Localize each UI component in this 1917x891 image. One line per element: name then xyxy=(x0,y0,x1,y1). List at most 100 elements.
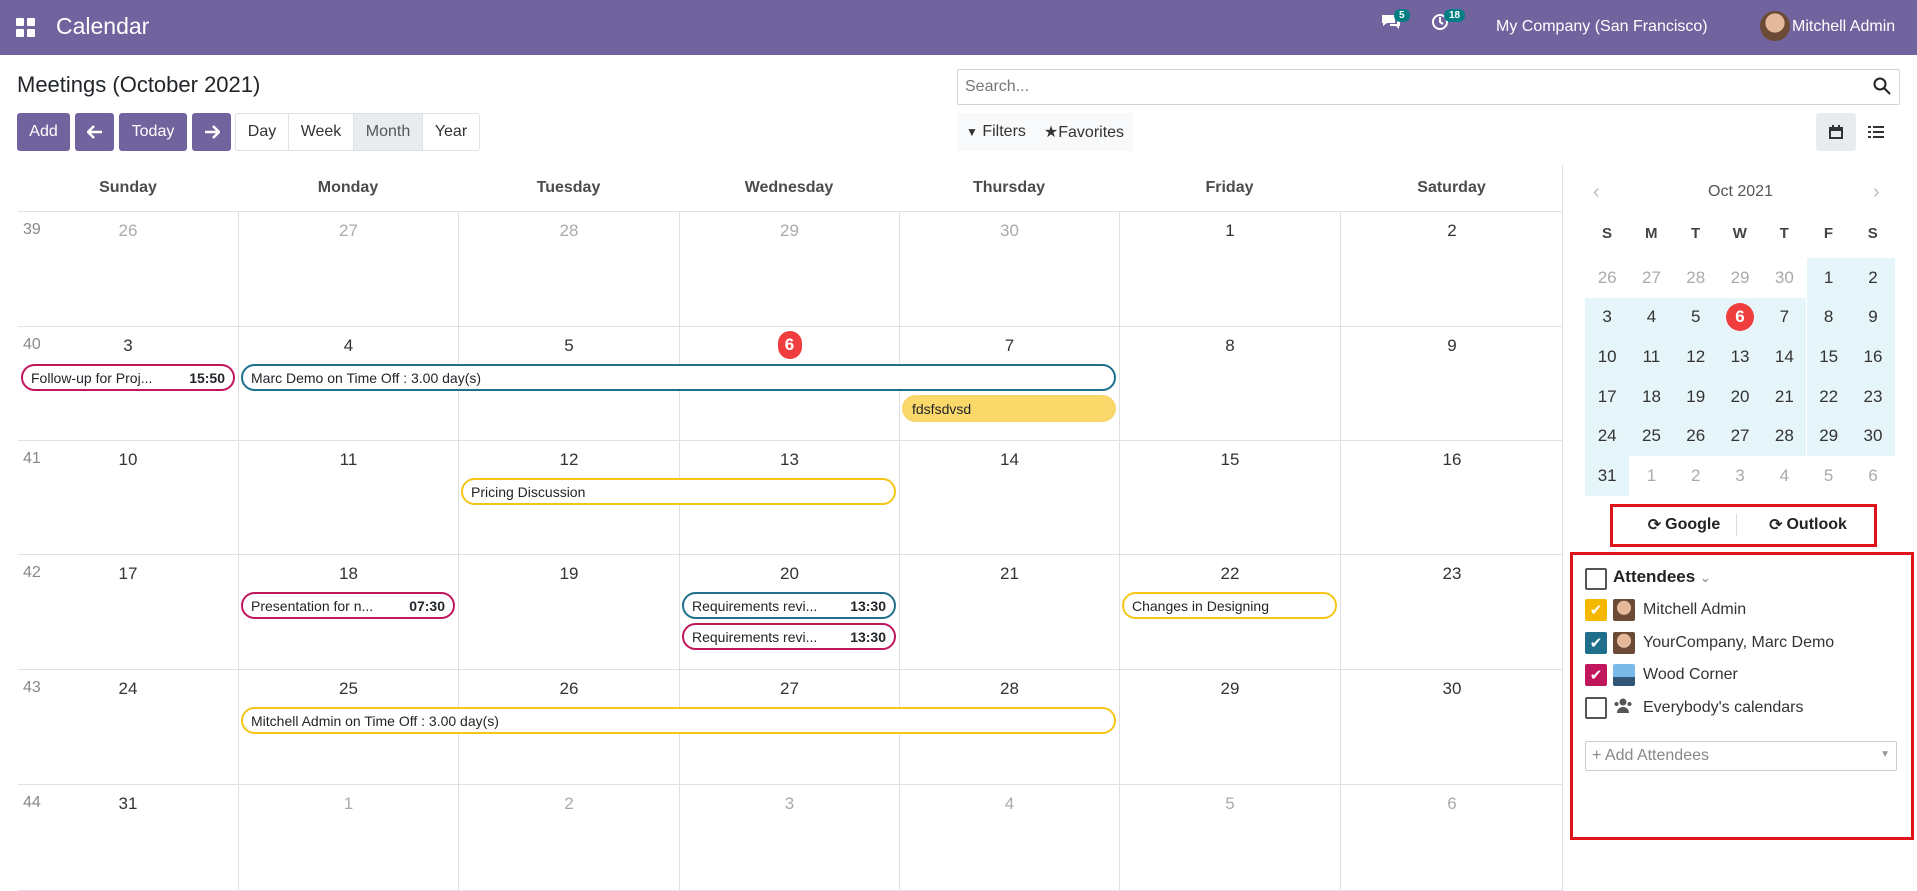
mini-day[interactable]: 7 xyxy=(1762,297,1807,338)
mini-day[interactable]: 31 xyxy=(1585,456,1630,496)
day-cell[interactable]: 29 xyxy=(679,212,899,326)
mini-day[interactable]: 17 xyxy=(1585,376,1630,417)
mini-day[interactable]: 6 xyxy=(1717,297,1763,338)
apps-menu-icon[interactable] xyxy=(16,18,36,38)
attendee-name[interactable]: YourCompany, Marc Demo xyxy=(1643,634,1834,652)
day-cell[interactable]: 15 xyxy=(1119,441,1340,554)
today-button[interactable]: Today xyxy=(119,113,187,151)
search-input[interactable] xyxy=(958,70,1858,104)
messages-icon[interactable]: 5 xyxy=(1380,9,1410,38)
day-cell[interactable]: 16 xyxy=(1340,441,1563,554)
mini-day[interactable]: 3 xyxy=(1585,297,1630,338)
mini-day[interactable]: 27 xyxy=(1717,416,1763,456)
day-cell[interactable]: 6 xyxy=(1340,785,1563,890)
day-cell[interactable]: 23 xyxy=(1340,555,1563,669)
mini-day[interactable]: 3 xyxy=(1718,456,1762,496)
calendar-event[interactable]: Changes in Designing xyxy=(1122,592,1337,619)
mini-day[interactable]: 13 xyxy=(1717,337,1763,377)
day-cell[interactable]: 26 xyxy=(18,212,238,326)
day-cell[interactable]: 19 xyxy=(458,555,679,669)
day-cell[interactable]: 30 xyxy=(899,212,1119,326)
mini-day[interactable]: 30 xyxy=(1762,258,1806,298)
mini-day[interactable]: 24 xyxy=(1585,416,1630,456)
activities-icon[interactable]: 18 xyxy=(1430,9,1466,38)
mini-day[interactable]: 2 xyxy=(1850,258,1896,298)
calendar-event[interactable]: Mitchell Admin on Time Off : 3.00 day(s) xyxy=(241,707,1116,734)
attendee-checkbox[interactable]: ✔ xyxy=(1585,631,1607,654)
day-cell[interactable]: 10 xyxy=(18,441,238,554)
day-cell[interactable]: 29 xyxy=(1119,670,1340,784)
day-cell[interactable]: 28 xyxy=(458,212,679,326)
mini-day[interactable]: 28 xyxy=(1674,258,1718,298)
attendees-header[interactable]: Attendees ⌄ xyxy=(1613,567,1711,587)
day-cell[interactable]: 1 xyxy=(1119,212,1340,326)
attendee-name[interactable]: Wood Corner xyxy=(1643,666,1738,684)
favorites-dropdown[interactable]: ★Favorites xyxy=(1035,122,1133,142)
mini-day[interactable]: 12 xyxy=(1673,337,1718,377)
calendar-event[interactable]: Presentation for n... 07:30 xyxy=(241,592,455,619)
calendar-view-button[interactable] xyxy=(1816,113,1856,151)
mini-day[interactable]: 21 xyxy=(1762,376,1807,417)
mini-day[interactable]: 20 xyxy=(1717,376,1763,417)
day-cell[interactable]: 31 xyxy=(18,785,238,890)
day-cell[interactable]: 30 xyxy=(1340,670,1563,784)
prev-button[interactable] xyxy=(75,113,114,151)
mini-day[interactable]: 27 xyxy=(1629,258,1673,298)
mini-day[interactable]: 1 xyxy=(1629,456,1673,496)
mini-day[interactable]: 29 xyxy=(1718,258,1762,298)
view-day-button[interactable]: Day xyxy=(235,113,289,151)
user-avatar[interactable] xyxy=(1760,11,1790,41)
day-cell[interactable]: 27 xyxy=(238,212,458,326)
attendees-select-all-checkbox[interactable] xyxy=(1585,568,1607,590)
mini-day[interactable]: 30 xyxy=(1850,416,1896,456)
outlook-sync-button[interactable]: ⟳ Outlook xyxy=(1741,510,1875,540)
day-cell[interactable]: 3 xyxy=(679,785,899,890)
mini-day[interactable]: 29 xyxy=(1806,416,1851,456)
mini-day[interactable]: 19 xyxy=(1673,376,1718,417)
attendee-checkbox[interactable]: ✔ xyxy=(1585,599,1607,621)
add-button[interactable]: Add xyxy=(17,113,70,151)
mini-day[interactable]: 23 xyxy=(1850,376,1896,417)
day-cell[interactable]: 17 xyxy=(18,555,238,669)
day-cell[interactable]: 2 xyxy=(458,785,679,890)
user-menu[interactable]: Mitchell Admin xyxy=(1792,18,1895,36)
attendee-checkbox[interactable]: ✔ xyxy=(1585,664,1607,686)
mini-day[interactable]: 6 xyxy=(1851,456,1895,496)
day-cell[interactable]: 14 xyxy=(899,441,1119,554)
mini-day[interactable]: 18 xyxy=(1629,376,1674,417)
calendar-event[interactable]: Marc Demo on Time Off : 3.00 day(s) xyxy=(241,364,1116,391)
mini-day[interactable]: 25 xyxy=(1629,416,1674,456)
mini-day[interactable]: 5 xyxy=(1807,456,1851,496)
mini-day[interactable]: 26 xyxy=(1585,258,1629,298)
mini-day[interactable]: 10 xyxy=(1585,337,1630,377)
calendar-event[interactable]: Pricing Discussion xyxy=(461,478,896,505)
view-year-button[interactable]: Year xyxy=(422,113,480,151)
mini-day[interactable]: 2 xyxy=(1674,456,1718,496)
google-sync-button[interactable]: ⟳ Google xyxy=(1617,510,1751,540)
search-icon[interactable] xyxy=(1873,77,1891,95)
calendar-event[interactable]: Requirements revi... 13:30 xyxy=(682,623,896,650)
day-cell[interactable]: 11 xyxy=(238,441,458,554)
day-cell[interactable]: 5 xyxy=(1119,785,1340,890)
day-cell[interactable]: 1 xyxy=(238,785,458,890)
mini-day[interactable]: 28 xyxy=(1762,416,1807,456)
mini-next-icon[interactable]: › xyxy=(1873,181,1880,204)
mini-day[interactable]: 26 xyxy=(1673,416,1718,456)
mini-day[interactable]: 5 xyxy=(1673,297,1718,338)
attendee-name[interactable]: Everybody's calendars xyxy=(1643,699,1803,717)
list-view-button[interactable] xyxy=(1856,113,1896,151)
mini-day[interactable]: 16 xyxy=(1850,337,1896,377)
view-month-button[interactable]: Month xyxy=(353,113,423,151)
next-button[interactable] xyxy=(192,113,231,151)
calendar-event[interactable]: fdsfsdvsd xyxy=(902,395,1116,422)
calendar-event[interactable]: Requirements revi... 13:30 xyxy=(682,592,896,619)
attendee-name[interactable]: Mitchell Admin xyxy=(1643,601,1746,619)
filters-dropdown[interactable]: ▼ Filters xyxy=(957,123,1035,141)
mini-day[interactable]: 8 xyxy=(1806,297,1851,338)
mini-day[interactable]: 22 xyxy=(1806,376,1851,417)
calendar-event[interactable]: Follow-up for Proj... 15:50 xyxy=(21,364,235,391)
company-switcher[interactable]: My Company (San Francisco) xyxy=(1496,18,1708,36)
mini-day[interactable]: 1 xyxy=(1806,258,1851,298)
mini-day[interactable]: 4 xyxy=(1762,456,1806,496)
add-attendees-input[interactable]: + Add Attendees ▼ xyxy=(1585,741,1897,771)
